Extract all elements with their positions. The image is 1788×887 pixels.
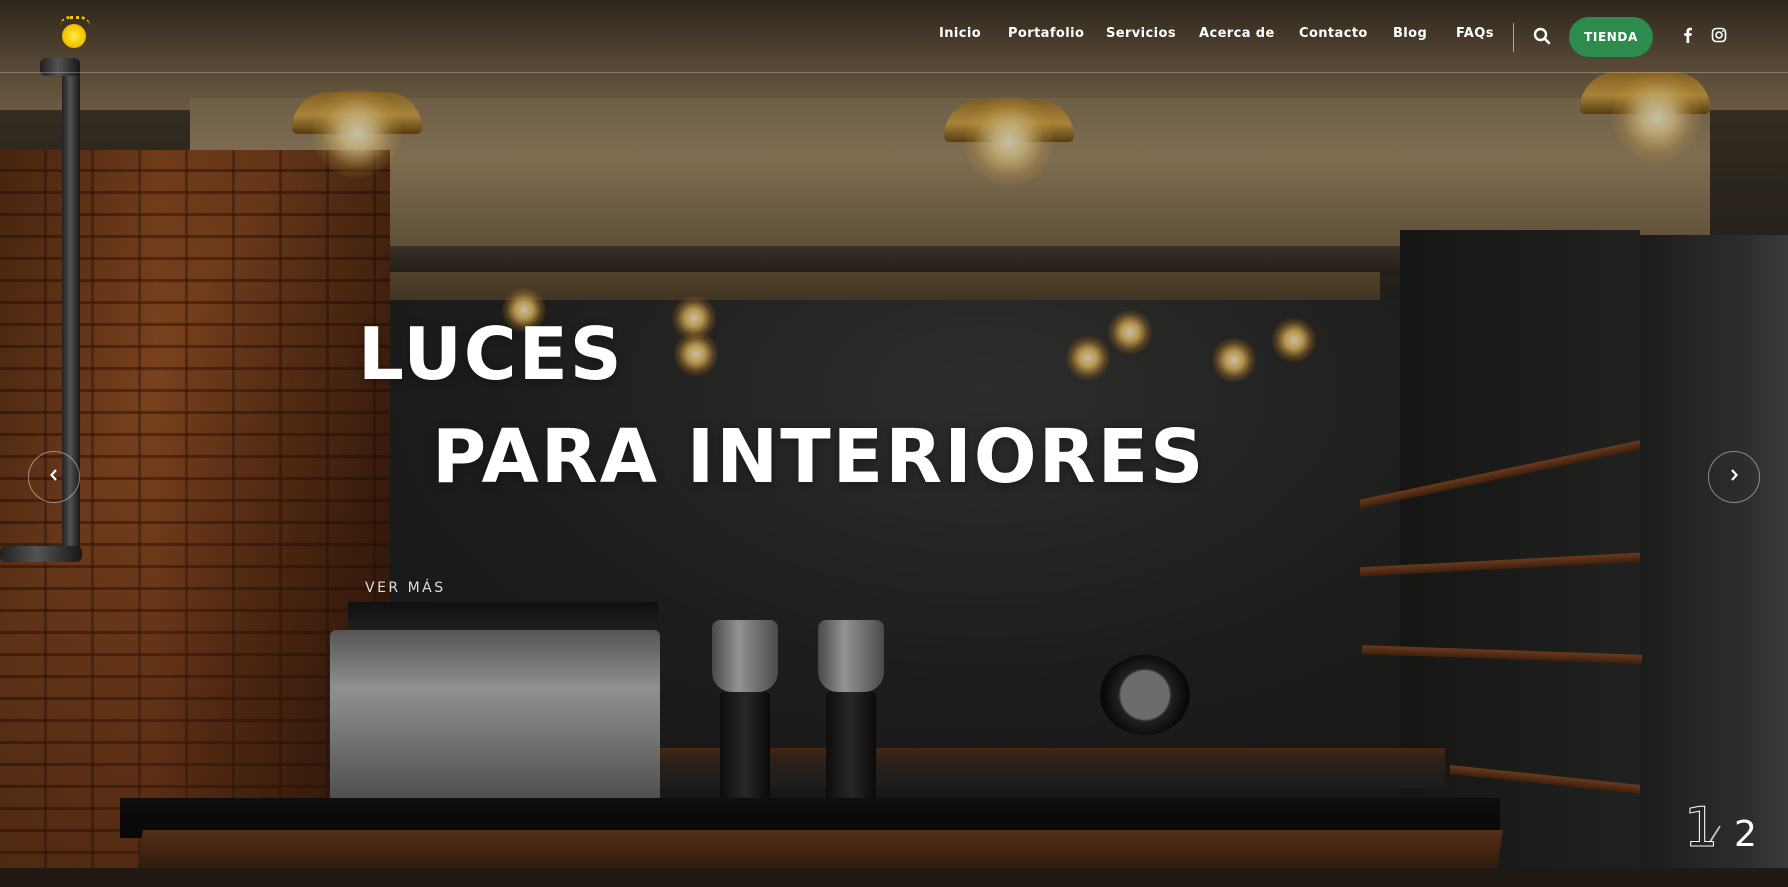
shop-button[interactable]: TIENDA bbox=[1569, 17, 1653, 57]
instagram-icon[interactable] bbox=[1711, 27, 1727, 43]
slider-prev-button[interactable] bbox=[28, 451, 80, 503]
nav-item-faqs[interactable]: FAQs bbox=[1456, 26, 1494, 41]
hero-headline-line-2: PARA INTERIORES bbox=[432, 414, 1206, 500]
nav-divider bbox=[1513, 23, 1514, 52]
slider-next-button[interactable] bbox=[1708, 451, 1760, 503]
nav-item-inicio[interactable]: Inicio bbox=[939, 26, 981, 41]
chevron-right-icon bbox=[1729, 468, 1739, 486]
site-header: Inicio Portafolio Servicios Acerca de Co… bbox=[0, 0, 1788, 73]
hero-headline-line-1: LUCES bbox=[358, 312, 624, 396]
nav-item-acerca-de[interactable]: Acerca de bbox=[1199, 26, 1275, 41]
search-icon[interactable] bbox=[1533, 27, 1551, 45]
slide-total-number: 2 bbox=[1734, 814, 1757, 855]
facebook-icon[interactable] bbox=[1680, 27, 1696, 43]
nav-item-contacto[interactable]: Contacto bbox=[1299, 26, 1368, 41]
nav-item-blog[interactable]: Blog bbox=[1393, 26, 1427, 41]
main-nav: Inicio Portafolio Servicios Acerca de Co… bbox=[0, 26, 1788, 46]
nav-item-portafolio[interactable]: Portafolio bbox=[1008, 26, 1084, 41]
ver-mas-link[interactable]: VER MÁS bbox=[365, 580, 446, 596]
nav-item-servicios[interactable]: Servicios bbox=[1106, 26, 1176, 41]
chevron-left-icon bbox=[49, 468, 59, 486]
